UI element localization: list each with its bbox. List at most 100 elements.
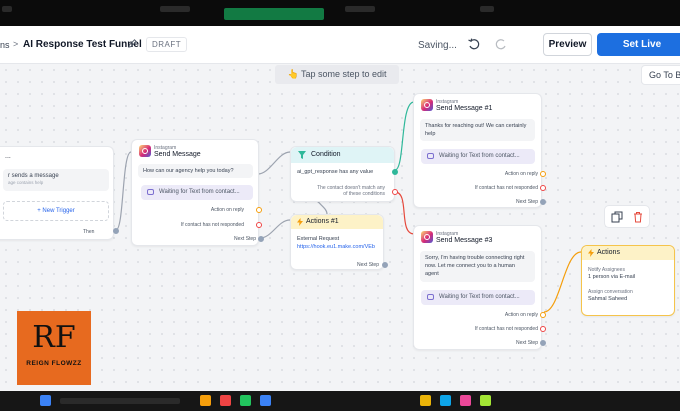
message-bubble: Thanks for reaching out! We can certainl… — [420, 119, 535, 141]
assign-conversation-label: Assign conversation — [588, 289, 633, 295]
trigger-message-line: r sends a message — [8, 173, 59, 179]
wire-send1-to-condition — [257, 151, 291, 175]
action-on-reply-port[interactable] — [256, 207, 262, 213]
action-on-reply-row: Action on reply — [504, 312, 538, 318]
send-message-title: Send Message — [154, 151, 201, 158]
then-label: Then — [83, 229, 95, 235]
app-icon[interactable] — [440, 395, 451, 406]
app-icon[interactable] — [240, 395, 251, 406]
condition-else-line2: of these conditions — [343, 191, 385, 197]
send-message-3-card[interactable]: Instagram Send Message #3 Sorry, I'm hav… — [413, 225, 546, 350]
app-icon[interactable] — [200, 395, 211, 406]
message-line: agent — [425, 271, 439, 277]
assign-conversation-value: Sahmal Saheed — [588, 296, 628, 302]
saving-status: Saving... — [418, 40, 457, 51]
pencil-icon[interactable] — [127, 38, 138, 49]
notify-assignees-value: 1 person via E-mail — [588, 274, 636, 280]
not-responded-port[interactable] — [540, 185, 546, 191]
actions-1-card[interactable]: Actions #1 External Request https://hook… — [290, 214, 388, 270]
reign-flowzz-logo: RF REIGN FLOWZZ — [17, 311, 91, 385]
actions-1-title: Actions #1 — [306, 218, 339, 225]
trigger-card[interactable]: ... r sends a message age contains help … — [0, 146, 119, 240]
chat-icon — [147, 189, 154, 195]
copy-icon[interactable] — [611, 211, 623, 223]
trigger-sub-line: age contains help — [8, 180, 44, 185]
condition-match-port[interactable] — [392, 169, 398, 175]
app-icon[interactable] — [480, 395, 491, 406]
send-message-1-card[interactable]: Instagram Send Message #1 Thanks for rea… — [413, 93, 546, 208]
next-step-row: Next Step — [357, 262, 379, 268]
next-step-port[interactable] — [540, 340, 546, 346]
condition-rule: ai_gpt_response has any value — [297, 169, 374, 175]
action-on-reply-row: Action on reply — [504, 171, 538, 177]
condition-title: Condition — [311, 151, 341, 158]
waiting-for-text: Waiting for Text from contact... — [141, 185, 253, 200]
wire-send1-next-to-actions1 — [259, 219, 291, 239]
app-icon[interactable] — [460, 395, 471, 406]
then-port[interactable] — [113, 228, 119, 234]
os-bar-green-tab[interactable] — [224, 8, 324, 20]
breadcrumb-separator: > — [13, 39, 19, 49]
message-line: help — [425, 131, 436, 137]
message-line: Thanks for reaching out! We can certainl… — [425, 123, 527, 129]
not-responded-row: If contact has not responded — [474, 185, 538, 191]
trash-icon[interactable] — [632, 211, 644, 223]
not-responded-port[interactable] — [256, 222, 262, 228]
redo-icon[interactable] — [494, 37, 508, 51]
waiting-text: Waiting for Text from contact... — [439, 153, 520, 159]
chat-icon — [427, 153, 434, 159]
wire-condition-to-send3 — [394, 101, 415, 171]
message-bubble: How can our agency help you today? — [138, 164, 253, 178]
app-icon[interactable] — [220, 395, 231, 406]
trigger-title: ... — [5, 153, 11, 160]
windows-icon[interactable] — [40, 395, 51, 406]
waiting-text: Waiting for Text from contact... — [159, 189, 240, 195]
next-step-port[interactable] — [540, 199, 546, 205]
wire-condition-else-to-send4 — [394, 191, 415, 235]
action-on-reply-port[interactable] — [540, 312, 546, 318]
next-step-port[interactable] — [258, 236, 264, 242]
instagram-icon — [421, 231, 433, 243]
send-message-1-title: Send Message #1 — [436, 105, 493, 112]
send-message-card[interactable]: Instagram Send Message How can our agenc… — [131, 139, 264, 246]
draft-badge: DRAFT — [146, 37, 188, 52]
condition-card[interactable]: Condition ai_gpt_response has any value … — [290, 146, 398, 202]
waiting-text: Waiting for Text from contact... — [439, 294, 520, 300]
action-on-reply-port[interactable] — [540, 171, 546, 177]
app-icon[interactable] — [420, 395, 431, 406]
action-on-reply-row: Action on reply — [210, 207, 244, 213]
preview-button[interactable]: Preview — [543, 33, 592, 56]
send-message-3-title: Send Message #3 — [436, 237, 493, 244]
undo-icon[interactable] — [467, 37, 481, 51]
external-request-url[interactable]: https://hook.eu1.make.com/VEb — [297, 244, 375, 250]
wire-then-to-send1 — [115, 151, 132, 231]
waiting-for-text: Waiting for Text from contact... — [421, 290, 535, 305]
actions-card[interactable]: Actions Notify Assignees 1 person via E-… — [581, 245, 675, 316]
next-step-port[interactable] — [382, 262, 388, 268]
wire-send4-to-actions2 — [543, 251, 582, 313]
not-responded-port[interactable] — [540, 326, 546, 332]
condition-else-port[interactable] — [392, 189, 398, 195]
os-bar-chip — [480, 6, 494, 12]
chat-icon — [427, 294, 434, 300]
condition-else-text: The contact doesn't match any of these c… — [309, 185, 385, 197]
new-trigger-button[interactable]: + New Trigger — [3, 201, 109, 221]
funnel-title[interactable]: AI Response Test Funnel — [23, 39, 142, 50]
logo-mark: RF — [32, 320, 76, 355]
actions-title: Actions — [597, 249, 620, 256]
os-top-bar — [0, 0, 680, 26]
breadcrumb-parent[interactable]: ns — [0, 40, 10, 50]
app-icon[interactable] — [260, 395, 271, 406]
waiting-for-text: Waiting for Text from contact... — [421, 149, 535, 164]
message-line: now. Let me connect you to a human — [425, 263, 515, 269]
actions-header — [582, 246, 674, 260]
lightning-icon — [588, 249, 594, 257]
app-header: ns > AI Response Test Funnel DRAFT Savin… — [0, 26, 680, 64]
logo-text: REIGN FLOWZZ — [26, 360, 82, 367]
notify-assignees-label: Notify Assignees — [588, 267, 625, 273]
flow-canvas[interactable]: 👆 Tap some step to edit Go To B ... r se… — [0, 64, 680, 391]
card-toolbox — [604, 205, 650, 228]
next-step-row: Next Step — [234, 236, 256, 242]
taskbar-search[interactable] — [60, 398, 180, 404]
set-live-button[interactable]: Set Live — [597, 33, 680, 56]
